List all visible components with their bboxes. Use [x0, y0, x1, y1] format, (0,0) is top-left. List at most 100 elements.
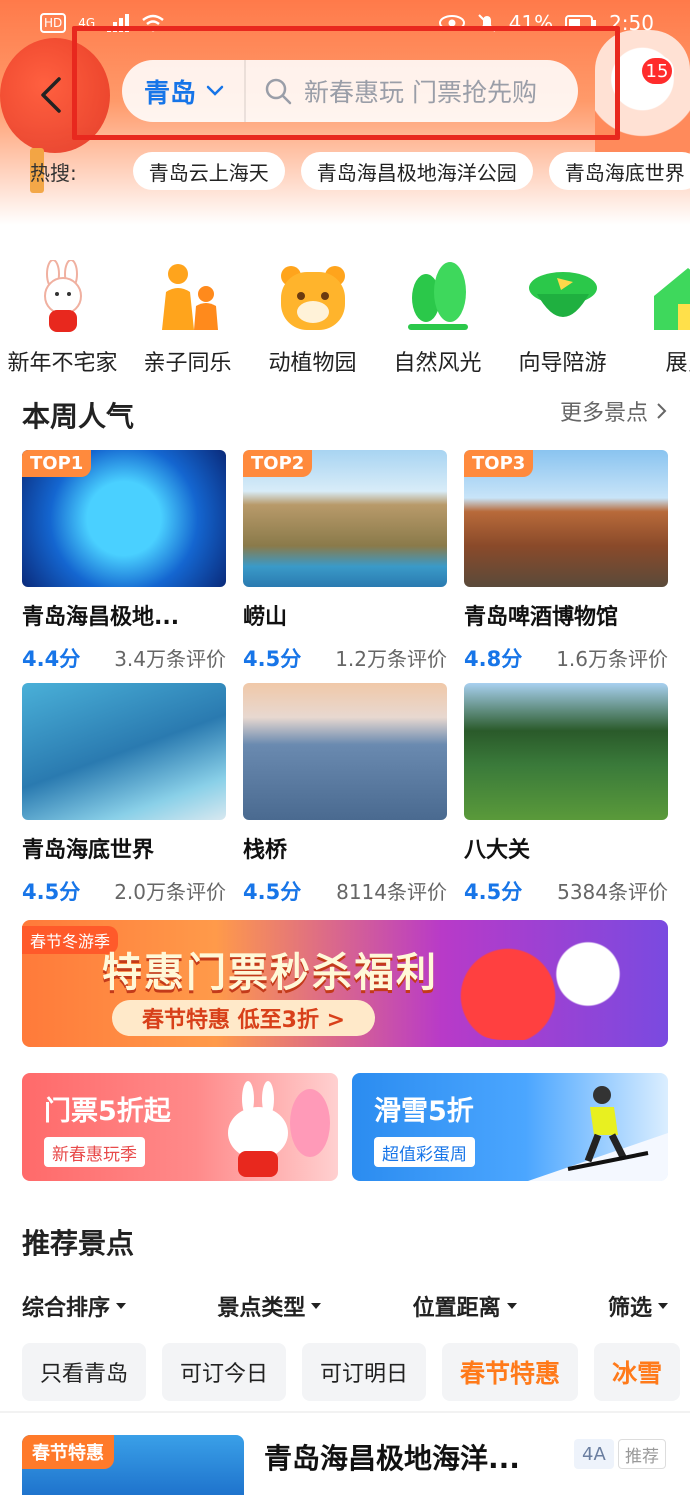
sort-distance[interactable]: 位置距离	[413, 1290, 517, 1322]
scenic-level-badge: 4A	[574, 1439, 614, 1469]
attraction-meta: 4.5分 2.0万条评价	[22, 876, 226, 906]
back-button[interactable]	[30, 70, 74, 120]
house-icon	[648, 260, 690, 335]
category-new-year[interactable]: 新年不宅家	[0, 259, 125, 380]
attraction-score: 4.5分	[464, 880, 523, 904]
attraction-photo	[243, 683, 447, 820]
hd-icon: HD	[40, 13, 67, 33]
chevron-right-icon	[657, 403, 667, 419]
attraction-photo: TOP2	[243, 450, 447, 587]
promo-card-tickets[interactable]: 门票5折起 新春惠玩季	[22, 1073, 338, 1181]
attraction-reviews: 3.4万条评价	[114, 647, 226, 671]
recommend-badge: 推荐	[618, 1439, 666, 1469]
attraction-score: 4.5分	[243, 880, 302, 904]
hot-search-chip[interactable]: 青岛海昌极地海洋公园	[300, 152, 533, 190]
attraction-photo: TOP1	[22, 450, 226, 587]
attraction-name: 栈桥	[243, 838, 288, 863]
filter-chip[interactable]: 只看青岛	[22, 1343, 147, 1401]
recommend-item[interactable]: 春节特惠 青岛海昌极地海洋... 4A 推荐	[22, 1435, 690, 1495]
attraction-reviews: 1.2万条评价	[335, 647, 447, 671]
filter-chip-row: 只看青岛 可订今日 可订明日 春节特惠 冰雪	[22, 1343, 681, 1401]
family-icon	[148, 260, 228, 335]
attraction-name: 青岛啤酒博物馆	[464, 605, 619, 630]
attraction-photo	[464, 683, 668, 820]
divider	[0, 1411, 690, 1413]
rabbit-icon	[23, 259, 103, 335]
more-attractions-link[interactable]: 更多景点	[560, 395, 668, 427]
promo-card-ski[interactable]: 滑雪5折 超值彩蛋周	[352, 1073, 668, 1181]
hot-search-row: 热搜: 青岛云上海天 青岛海昌极地海洋公园 青岛海底世界	[30, 151, 690, 191]
page: HD 4G 41% 2:50 青岛 新春惠玩 门票抢先购 15 热搜: 青岛云上…	[0, 0, 690, 1495]
category-exhibition[interactable]: 展览	[625, 260, 690, 380]
hot-search-chip[interactable]: 青岛云上海天	[132, 152, 285, 190]
category-label: 自然风光	[393, 351, 482, 376]
filter-chip[interactable]: 可订今日	[162, 1343, 287, 1401]
hot-search-label: 热搜:	[30, 160, 77, 185]
tiger-icon	[273, 260, 353, 335]
category-nature[interactable]: 自然风光	[375, 260, 500, 380]
attraction-meta: 4.4分 3.4万条评价	[22, 643, 226, 673]
attraction-reviews: 8114条评价	[336, 880, 447, 904]
filter-chip-ice-snow[interactable]: 冰雪	[594, 1343, 681, 1401]
attraction-card[interactable]: 栈桥 4.5分 8114条评价	[243, 683, 447, 916]
filter-chip-spring-festival[interactable]: 春节特惠	[442, 1343, 579, 1401]
attraction-score: 4.8分	[464, 647, 523, 671]
category-family[interactable]: 亲子同乐	[125, 260, 250, 380]
attraction-meta: 4.5分 1.2万条评价	[243, 643, 447, 673]
hot-search-chip[interactable]: 青岛海底世界	[548, 152, 690, 190]
sort-type[interactable]: 景点类型	[217, 1290, 321, 1322]
attraction-card[interactable]: TOP1 青岛海昌极地... 4.4分 3.4万条评价	[22, 450, 226, 683]
attraction-reviews: 2.0万条评价	[114, 880, 226, 904]
category-label: 动植物园	[268, 351, 357, 376]
rabbit-illustration	[228, 1081, 330, 1177]
attraction-name: 八大关	[464, 838, 531, 863]
attraction-reviews: 5384条评价	[557, 880, 668, 904]
category-row: 新年不宅家 亲子同乐 动植物园 自然风光 向导陪游 展	[0, 259, 690, 380]
attraction-card[interactable]: 八大关 4.5分 5384条评价	[464, 683, 668, 916]
attraction-score: 4.4分	[22, 647, 81, 671]
banner-subtitle-button[interactable]: 春节特惠 低至3折 >	[112, 1000, 376, 1036]
attraction-photo	[22, 683, 226, 820]
promo-subtitle: 新春惠玩季	[44, 1137, 145, 1167]
promo-banner[interactable]: 春节冬游季 特惠门票秒杀福利 春节特惠 低至3折 >	[22, 920, 668, 1047]
attraction-name: 青岛海底世界	[22, 838, 155, 863]
sort-row: 综合排序 景点类型 位置距离 筛选	[22, 1290, 668, 1322]
attraction-score: 4.5分	[22, 880, 81, 904]
back-arrow-icon	[41, 77, 61, 113]
filter-chip[interactable]: 可订明日	[302, 1343, 427, 1401]
attraction-card[interactable]: TOP3 青岛啤酒博物馆 4.8分 1.6万条评价	[464, 450, 668, 683]
attraction-card[interactable]: 青岛海底世界 4.5分 2.0万条评价	[22, 683, 226, 916]
tree-icon	[398, 260, 478, 335]
top-rank-tag: TOP1	[22, 450, 92, 477]
promo-title: 滑雪5折	[374, 1096, 474, 1127]
recommend-title: 推荐景点	[22, 1222, 135, 1266]
category-label: 亲子同乐	[143, 351, 232, 376]
category-zoo[interactable]: 动植物园	[250, 260, 375, 380]
category-guide[interactable]: 向导陪游	[500, 260, 625, 380]
banner-title: 特惠门票秒杀福利	[102, 950, 438, 996]
sort-overall[interactable]: 综合排序	[22, 1290, 126, 1322]
top-rank-tag: TOP3	[464, 450, 534, 477]
recommend-photo: 春节特惠	[22, 1435, 244, 1495]
recommend-name: 青岛海昌极地海洋...	[264, 1442, 520, 1475]
attraction-name: 崂山	[243, 605, 288, 630]
attraction-meta: 4.5分 5384条评价	[464, 876, 668, 906]
attraction-meta: 4.5分 8114条评价	[243, 876, 447, 906]
attraction-reviews: 1.6万条评价	[556, 647, 668, 671]
recommend-tag: 春节特惠	[22, 1435, 114, 1469]
attraction-photo: TOP3	[464, 450, 668, 587]
category-label: 展览	[665, 351, 690, 376]
promo-subtitle: 超值彩蛋周	[374, 1137, 475, 1167]
banner-illustration	[448, 930, 648, 1040]
guide-hat-icon	[523, 260, 603, 335]
attraction-card[interactable]: TOP2 崂山 4.5分 1.2万条评价	[243, 450, 447, 683]
category-label: 向导陪游	[518, 351, 607, 376]
attraction-meta: 4.8分 1.6万条评价	[464, 643, 668, 673]
sort-filter[interactable]: 筛选	[608, 1290, 668, 1322]
skier-illustration	[528, 1086, 668, 1181]
top-rank-tag: TOP2	[243, 450, 313, 477]
attraction-score: 4.5分	[243, 647, 302, 671]
promo-title: 门票5折起	[44, 1096, 171, 1127]
message-count-badge[interactable]: 15	[640, 56, 674, 86]
category-label: 新年不宅家	[7, 351, 118, 376]
